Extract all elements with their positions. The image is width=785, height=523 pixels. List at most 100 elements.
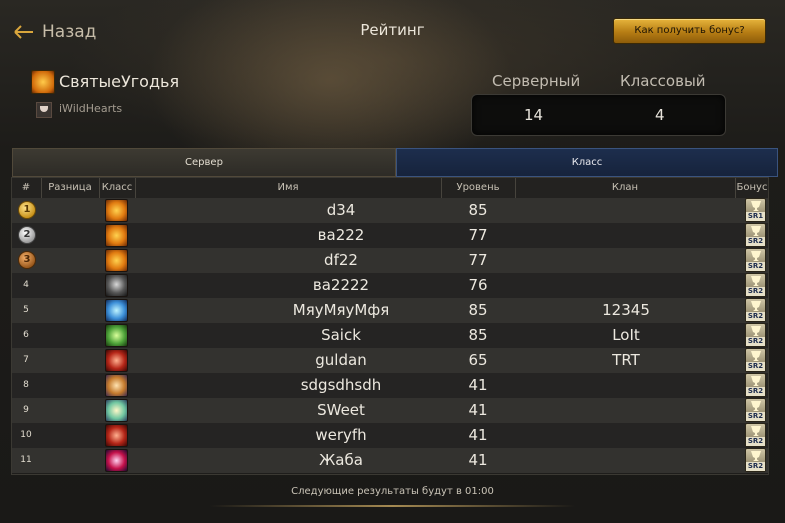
table-row[interactable]: 11 Жаба 41 SR2 [12, 448, 768, 473]
blood-class-icon [105, 424, 128, 447]
rank-number: 6 [23, 330, 29, 340]
player-name[interactable]: d34 [242, 198, 440, 223]
bonus-trophy-icon[interactable]: SR2 [745, 223, 766, 247]
tab-class[interactable]: Класс [396, 148, 778, 177]
bonus-label: SR2 [746, 437, 765, 446]
player-level: 41 [468, 401, 488, 419]
trophy-cup-icon [751, 201, 761, 211]
player-level: 76 [468, 276, 488, 294]
player-name[interactable]: guldan [242, 348, 440, 373]
rank-medal-bronze-icon: 3 [12, 248, 40, 273]
bonus-trophy-icon[interactable]: SR2 [745, 373, 766, 397]
spirit-class-icon [105, 399, 128, 422]
rank-number: 5 [23, 305, 29, 315]
player-level: 41 [468, 376, 488, 394]
player-name[interactable]: sdgsdhsdh [242, 373, 440, 398]
top-bar: Назад Рейтинг Как получить бонус? [0, 0, 785, 50]
player-clan [517, 398, 735, 423]
bonus-trophy-icon[interactable]: SR2 [745, 448, 766, 472]
player-name[interactable]: МяуМяуМфя [242, 298, 440, 323]
bronze-medal-icon: 3 [18, 251, 36, 269]
col-class: Класс [101, 182, 133, 193]
rank-number: 7 [23, 355, 29, 365]
warrior-class-icon [105, 374, 128, 397]
footer-divider [210, 505, 575, 507]
bonus-label: SR2 [746, 462, 765, 471]
player-name[interactable]: ва222 [242, 223, 440, 248]
player-clan: TRT [612, 351, 640, 369]
table-row[interactable]: 5 МяуМяуМфя 85 12345 SR2 [12, 298, 768, 323]
table-row[interactable]: 2 ва222 77 SR2 [12, 223, 768, 248]
bonus-label: SR2 [746, 312, 765, 321]
bonus-trophy-icon[interactable]: SR2 [745, 298, 766, 322]
shadow-class-icon [105, 274, 128, 297]
col-rank: # [21, 182, 31, 193]
player-avatar-icon [36, 102, 52, 118]
table-row[interactable]: 3 df22 77 SR2 [12, 248, 768, 273]
player-name[interactable]: Saick [242, 323, 440, 348]
server-rank-value: 14 [524, 106, 544, 124]
bonus-label: SR2 [746, 262, 765, 271]
nature-class-icon [105, 324, 128, 347]
bonus-info-button[interactable]: Как получить бонус? [613, 18, 766, 44]
rank-number: 8 [23, 380, 29, 390]
player-level: 85 [468, 326, 488, 344]
player-level: 85 [468, 201, 488, 219]
fire-class-icon [105, 249, 128, 272]
bonus-label: SR2 [746, 337, 765, 346]
bonus-label: SR2 [746, 362, 765, 371]
table-row[interactable]: 1 d34 85 SR1 [12, 198, 768, 223]
bonus-trophy-icon[interactable]: SR2 [745, 423, 766, 447]
col-clan: Клан [611, 182, 639, 193]
next-results-text: Следующие результаты будут в 01:00 [291, 486, 494, 497]
player-name[interactable]: ва2222 [242, 273, 440, 298]
table-row[interactable]: 9 SWeet 41 SR2 [12, 398, 768, 423]
player-clan: 12345 [602, 301, 650, 319]
player-clan [517, 198, 735, 223]
table-row[interactable]: 6 Saick 85 LoIt SR2 [12, 323, 768, 348]
rank-medal-gold-icon: 1 [12, 198, 40, 223]
rank-number: 9 [23, 405, 29, 415]
trophy-cup-icon [751, 301, 761, 311]
trophy-cup-icon [751, 326, 761, 336]
server-rank-label: Серверный [492, 72, 581, 90]
player-clan: LoIt [612, 326, 640, 344]
bonus-label: SR2 [746, 412, 765, 421]
player-name[interactable]: Жаба [242, 448, 440, 473]
trophy-cup-icon [751, 351, 761, 361]
bonus-trophy-icon[interactable]: SR2 [745, 273, 766, 297]
bonus-trophy-icon[interactable]: SR2 [745, 348, 766, 372]
bonus-trophy-icon[interactable]: SR2 [745, 248, 766, 272]
rating-table: # Разница Класс Имя Уровень Клан Бонус 1… [11, 177, 769, 475]
bonus-trophy-icon[interactable]: SR2 [745, 398, 766, 422]
tab-server[interactable]: Сервер [12, 148, 396, 177]
player-subtitle: iWildHearts [59, 102, 123, 115]
player-clan [517, 273, 735, 298]
player-name[interactable]: df22 [242, 248, 440, 273]
gold-medal-icon: 1 [18, 201, 36, 219]
class-rank-label: Классовый [620, 72, 706, 90]
player-clan [517, 373, 735, 398]
bonus-trophy-icon[interactable]: SR2 [745, 323, 766, 347]
class-rank-value: 4 [655, 106, 665, 124]
bonus-label: SR2 [746, 237, 765, 246]
trophy-cup-icon [751, 376, 761, 386]
player-clan [517, 223, 735, 248]
rank-medal-silver-icon: 2 [12, 223, 40, 248]
table-row[interactable]: 4 ва2222 76 SR2 [12, 273, 768, 298]
trophy-cup-icon [751, 451, 761, 461]
rank-stats-box [471, 94, 726, 136]
table-row[interactable]: 10 weryfh 41 SR2 [12, 423, 768, 448]
trophy-cup-icon [751, 226, 761, 236]
player-level: 65 [468, 351, 488, 369]
bonus-trophy-icon[interactable]: SR1 [745, 198, 766, 222]
player-name[interactable]: SWeet [242, 398, 440, 423]
table-row[interactable]: 8 sdgsdhsdh 41 SR2 [12, 373, 768, 398]
table-header: # Разница Класс Имя Уровень Клан Бонус [12, 178, 768, 198]
trophy-cup-icon [751, 276, 761, 286]
silver-medal-icon: 2 [18, 226, 36, 244]
player-level: 41 [468, 426, 488, 444]
player-name[interactable]: weryfh [242, 423, 440, 448]
col-level: Уровень [456, 182, 500, 193]
table-row[interactable]: 7 guldan 65 TRT SR2 [12, 348, 768, 373]
